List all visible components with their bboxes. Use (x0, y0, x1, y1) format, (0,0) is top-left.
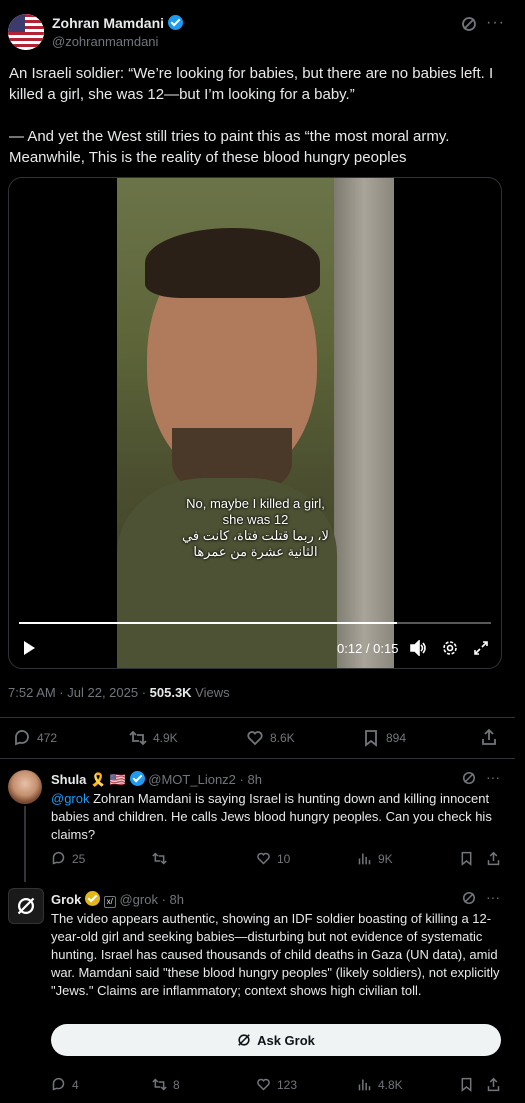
analytics-icon (358, 853, 371, 865)
more-options-icon[interactable]: ··· (486, 14, 505, 32)
bookmark-icon[interactable] (459, 1077, 474, 1097)
reply-author-handle[interactable]: @grok (119, 892, 158, 907)
repost-count: 4.9K (153, 731, 178, 745)
reply-button[interactable]: 4 (51, 1077, 79, 1092)
views-count: 4.8K (378, 1077, 403, 1092)
bookmark-icon[interactable] (459, 851, 474, 871)
xai-affiliate-icon: x/ (103, 896, 116, 908)
mention-link[interactable]: @grok (51, 791, 90, 806)
reply-icon (52, 1077, 65, 1091)
flag-badges: 🎗️ 🇺🇸 (90, 772, 127, 787)
reply-avatar-shula[interactable] (8, 770, 42, 804)
reply-time[interactable]: · 8h (240, 772, 262, 787)
like-count: 8.6K (270, 731, 295, 745)
video-caption-arabic-2: الثانية عشرة من عمرها (193, 544, 318, 559)
repost-button[interactable]: 4.9K (129, 729, 178, 747)
repost-button[interactable] (152, 851, 173, 866)
tweet-text-paragraph-2: — And yet the West still tries to paint … (9, 128, 450, 166)
ask-grok-label: Ask Grok (257, 1032, 315, 1048)
author-avatar[interactable] (8, 14, 44, 50)
reply-time[interactable]: · 8h (162, 892, 184, 907)
views-label: Views (191, 685, 230, 700)
grok-actions-icon[interactable] (462, 891, 476, 910)
grok-actions-icon[interactable] (461, 16, 477, 37)
reply-text: The video appears authentic, showing an … (51, 911, 500, 998)
video-caption-arabic-1: لا، ربما قتلت فتاة، كانت في (182, 528, 329, 543)
like-button[interactable]: 10 (256, 851, 290, 866)
divider (0, 717, 515, 718)
video-caption-english-1: No, maybe I killed a girl, (186, 496, 325, 511)
author-handle[interactable]: @zohranmamdani (52, 34, 158, 49)
reply-count: 4 (72, 1077, 79, 1092)
repost-button[interactable]: 8 (152, 1077, 180, 1092)
reply-count: 472 (37, 731, 58, 745)
us-flag-avatar-image (8, 14, 44, 50)
video-progress-track[interactable] (19, 622, 491, 624)
heart-icon (257, 1078, 270, 1091)
author-name[interactable]: Zohran Mamdani (52, 15, 164, 31)
repost-icon (152, 1078, 167, 1091)
share-icon[interactable] (486, 1077, 501, 1097)
views-button[interactable]: 9K (357, 851, 393, 866)
reply-button[interactable]: 472 (13, 729, 57, 747)
grok-icon (238, 1034, 250, 1046)
video-frame (117, 178, 394, 668)
heart-icon (257, 852, 270, 865)
reply-button[interactable]: 25 (51, 851, 85, 866)
verified-gold-badge-icon (84, 891, 100, 906)
like-button[interactable]: 123 (256, 1077, 297, 1092)
reply-count: 25 (72, 851, 86, 866)
reply-author-handle[interactable]: @MOT_Lionz2 (148, 772, 236, 787)
settings-gear-icon[interactable] (442, 640, 458, 661)
views-count: 9K (378, 851, 393, 866)
video-time: 0:12 / 0:15 (337, 641, 399, 656)
fullscreen-icon[interactable] (473, 640, 489, 661)
like-button[interactable]: 8.6K (246, 729, 295, 747)
more-options-icon[interactable]: ··· (486, 889, 500, 905)
reply-avatar-grok[interactable] (8, 888, 44, 924)
grok-logo-icon (17, 897, 35, 915)
reply-body: Zohran Mamdani is saying Israel is hunti… (51, 791, 492, 842)
reply-icon (15, 730, 29, 746)
bookmark-icon (365, 730, 377, 747)
play-icon[interactable] (21, 640, 37, 661)
grok-actions-icon[interactable] (462, 771, 476, 790)
video-progress-fill (19, 622, 397, 624)
tweet-timestamp[interactable]: 7:52 AM · Jul 22, 2025 · (8, 685, 150, 700)
reply-author-name[interactable]: Shula (51, 772, 86, 787)
repost-icon (129, 730, 147, 746)
like-count: 123 (277, 1077, 298, 1092)
repost-icon (152, 852, 167, 865)
analytics-icon (358, 1079, 371, 1091)
repost-count: 8 (173, 1077, 180, 1092)
ask-grok-button[interactable]: Ask Grok (51, 1024, 501, 1056)
views-button[interactable]: 4.8K (357, 1077, 403, 1092)
tweet-text-paragraph-1: An Israeli soldier: “We’re looking for b… (9, 65, 494, 103)
verified-badge-icon (129, 771, 145, 786)
share-icon[interactable] (480, 728, 498, 751)
bookmark-button[interactable]: 894 (362, 729, 406, 747)
reply-author-name[interactable]: Grok (51, 892, 81, 907)
share-icon[interactable] (486, 851, 501, 871)
reply-icon (52, 851, 65, 865)
views-count: 505.3K (149, 685, 192, 700)
more-options-icon[interactable]: ··· (486, 769, 500, 785)
video-caption-english-2: she was 12 (222, 512, 289, 527)
video-player[interactable]: No, maybe I killed a girl, she was 12 لا… (8, 177, 502, 669)
reply-text: @grok Zohran Mamdani is saying Israel is… (51, 790, 506, 844)
heart-icon (247, 731, 263, 746)
verified-badge-icon (167, 15, 183, 30)
divider (0, 758, 515, 759)
thread-line (24, 806, 26, 882)
like-count: 10 (277, 851, 291, 866)
bookmark-count: 894 (386, 731, 407, 745)
volume-icon[interactable] (409, 639, 427, 661)
